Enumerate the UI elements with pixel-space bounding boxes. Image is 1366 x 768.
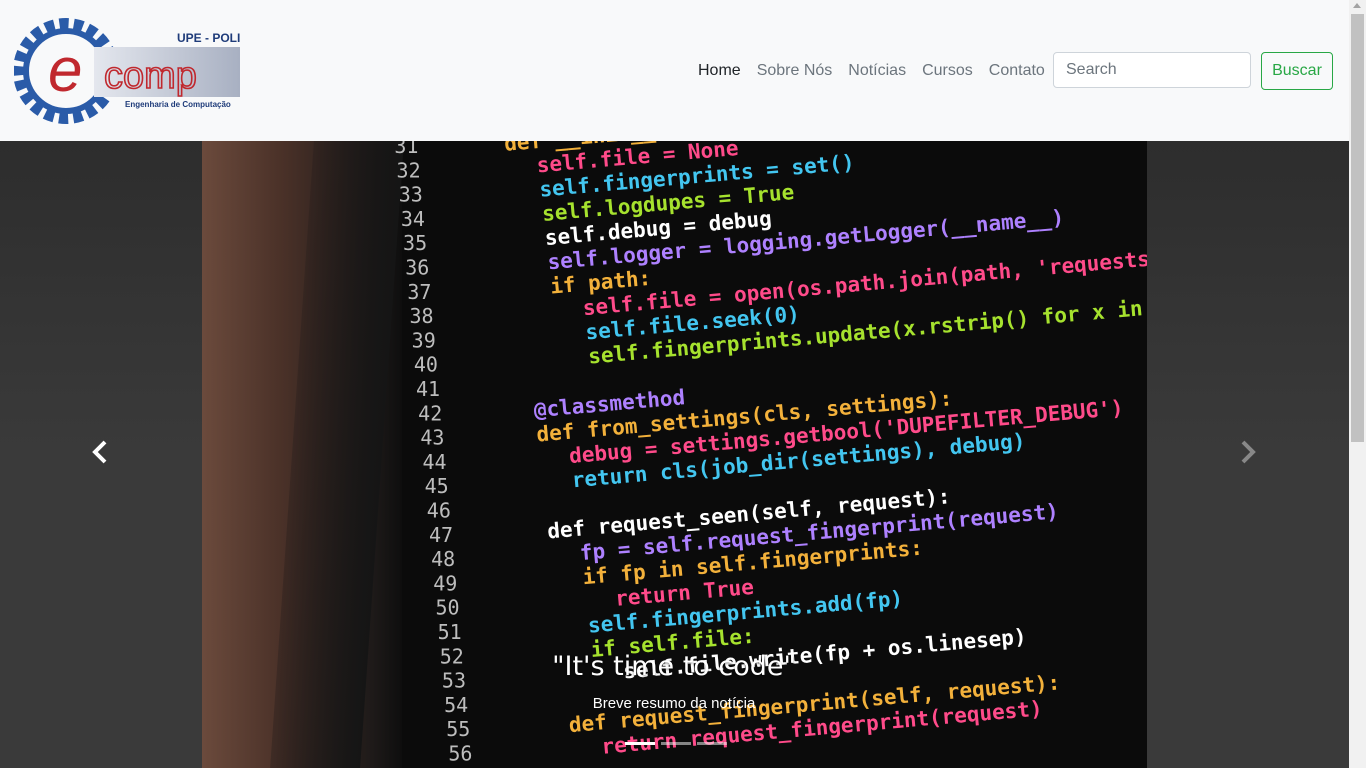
nav-sobre-nos[interactable]: Sobre Nós bbox=[757, 62, 833, 80]
scroll-up-arrow-icon[interactable] bbox=[1353, 3, 1361, 8]
code-line-number: 36 bbox=[405, 256, 429, 280]
code-line-number: 50 bbox=[435, 596, 459, 620]
caption-title: "It's time to code" bbox=[552, 651, 796, 682]
code-line-number: 53 bbox=[442, 669, 466, 693]
svg-text:comp: comp bbox=[104, 55, 197, 97]
nav-menu: Home Sobre Nós Notícias Cursos Contato bbox=[690, 52, 1053, 90]
carousel-indicator-1[interactable] bbox=[625, 742, 655, 745]
code-line-number: 52 bbox=[440, 644, 464, 668]
chevron-left-icon bbox=[92, 440, 107, 464]
code-line-number: 31 bbox=[394, 141, 418, 158]
carousel: 31def __init__(self, path=None, debug=Fa… bbox=[0, 141, 1349, 768]
chevron-right-icon bbox=[1241, 440, 1256, 464]
carousel-prev-button[interactable] bbox=[86, 437, 116, 467]
page-scrollbar[interactable] bbox=[1349, 0, 1366, 768]
svg-text:Engenharia de Computação: Engenharia de Computação bbox=[125, 100, 231, 109]
search-button[interactable]: Buscar bbox=[1261, 52, 1333, 90]
code-line-number: 35 bbox=[403, 231, 427, 255]
svg-text:UPE - POLI: UPE - POLI bbox=[177, 31, 240, 45]
code-line-number: 39 bbox=[412, 328, 436, 352]
code-line-number: 44 bbox=[422, 450, 446, 474]
carousel-indicators bbox=[622, 742, 730, 745]
carousel-indicator-3[interactable] bbox=[697, 742, 727, 745]
code-line-number: 49 bbox=[433, 571, 457, 595]
code-line-number: 47 bbox=[429, 523, 453, 547]
code-line-number: 55 bbox=[446, 717, 470, 741]
caption-text: Breve resumo da notícia bbox=[592, 695, 756, 712]
nav-cursos[interactable]: Cursos bbox=[922, 62, 973, 80]
code-line-number: 38 bbox=[410, 304, 434, 328]
code-line-number: 41 bbox=[416, 377, 440, 401]
nav-noticias[interactable]: Notícias bbox=[848, 62, 906, 80]
code-line-number: 51 bbox=[438, 620, 462, 644]
code-line-number: 46 bbox=[427, 499, 451, 523]
ecomp-logo[interactable]: e comp UPE - POLI Engenharia de Computaç… bbox=[14, 18, 250, 124]
code-line-number: 42 bbox=[418, 401, 442, 425]
svg-text:e: e bbox=[48, 36, 82, 105]
carousel-caption: "It's time to code" Breve resumo da notí… bbox=[474, 651, 874, 712]
nav-home[interactable]: Home bbox=[698, 62, 741, 80]
carousel-indicator-2[interactable] bbox=[661, 742, 691, 745]
code-line-number: 37 bbox=[407, 280, 431, 304]
code-line-number: 45 bbox=[425, 474, 449, 498]
code-line-number: 34 bbox=[401, 207, 425, 231]
scrollbar-thumb[interactable] bbox=[1351, 14, 1364, 442]
code-line-number: 48 bbox=[431, 547, 455, 571]
code-line-number: 40 bbox=[414, 353, 438, 377]
code-line-number: 43 bbox=[420, 426, 444, 450]
code-line-number: 32 bbox=[397, 158, 421, 182]
carousel-next-button[interactable] bbox=[1232, 437, 1262, 467]
code-line-number: 56 bbox=[448, 742, 472, 766]
navbar: e comp UPE - POLI Engenharia de Computaç… bbox=[0, 0, 1349, 141]
search-input[interactable] bbox=[1053, 52, 1251, 88]
code-line-number: 54 bbox=[444, 693, 468, 717]
nav-contato[interactable]: Contato bbox=[989, 62, 1045, 80]
code-line-number: 33 bbox=[399, 183, 423, 207]
